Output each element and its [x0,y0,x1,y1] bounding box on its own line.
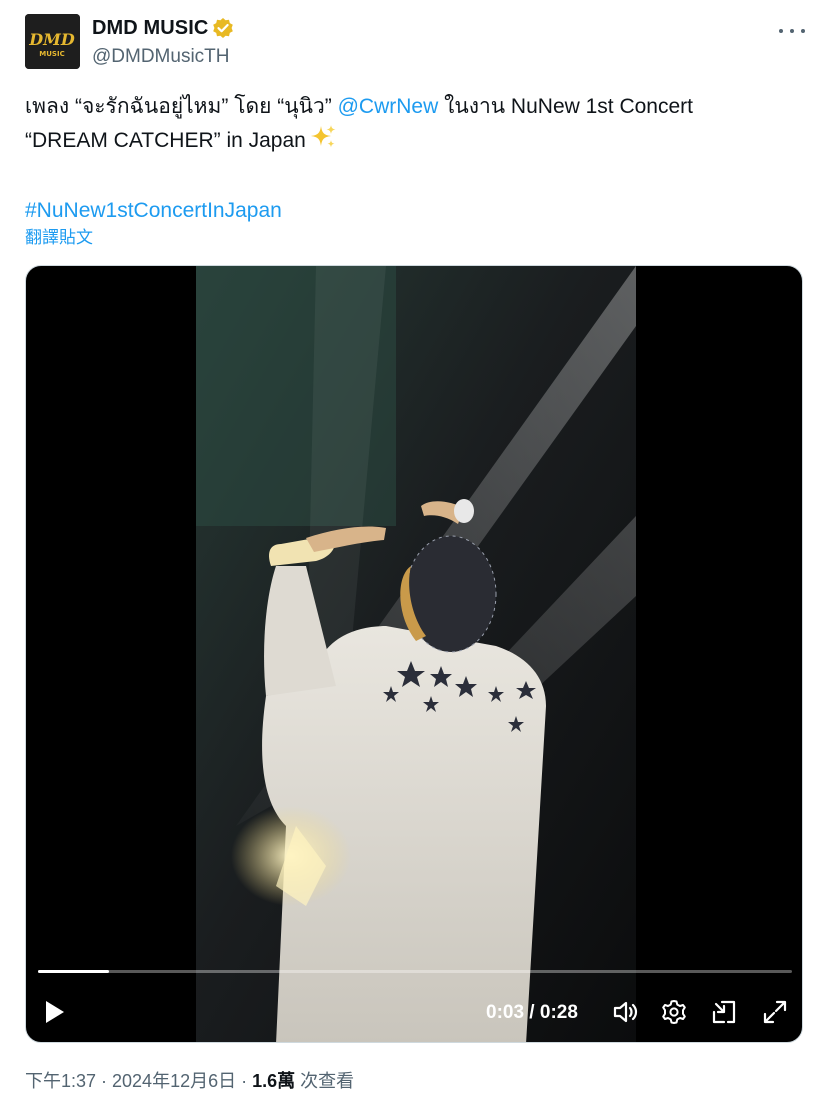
tweet-text-part: เพลง “จะรักฉันอยู่ไหม” โดย “นุนิว” [25,95,338,118]
fullscreen-icon[interactable] [761,998,789,1026]
sparkles-icon [310,123,338,161]
avatar-logo-text: DMD [28,30,75,49]
translate-post-link[interactable]: 翻譯貼文 [25,223,93,248]
avatar-logo-subtext: MUSIC [39,50,64,58]
display-name[interactable]: DMD MUSIC [92,17,208,40]
tweet-text-part: ในงาน NuNew 1st Concert [438,95,693,118]
tweet-meta: 下午1:37 · 2024年12月6日 · 1.6萬 次查看 [25,1067,354,1093]
account-handle[interactable]: @DMDMusicTH [92,46,234,68]
dmd-music-logo: DMD MUSIC [25,14,80,69]
time-separator: / [524,1002,540,1023]
account-names: DMD MUSIC @DMDMusicTH [92,16,234,68]
tweet-text-part: “DREAM CATCHER” in Japan [25,129,306,152]
tweet-header: DMD MUSIC DMD MUSIC @DMDMusicTH [25,14,805,72]
video-progress-bar[interactable] [38,970,792,973]
tweet-text: เพลง “จะรักฉันอยู่ไหม” โดย “นุนิว” @CwrN… [25,90,805,227]
tweet-line-2: “DREAM CATCHER” in Japan [25,123,805,161]
picture-in-picture-icon[interactable] [710,998,738,1026]
view-count: 1.6萬 [252,1071,296,1091]
video-player[interactable]: 0:03 / 0:28 [25,265,803,1043]
video-progress-fill [38,970,109,973]
tweet-line-3: #NuNew1stConcertInJapan [25,194,805,227]
duration: 0:28 [539,1002,578,1023]
verified-badge-icon[interactable] [212,17,234,39]
avatar[interactable]: DMD MUSIC [25,14,80,69]
view-label: 次查看 [295,1071,355,1091]
settings-gear-icon[interactable] [660,998,688,1026]
hashtag-link[interactable]: #NuNew1stConcertInJapan [25,199,282,222]
play-icon[interactable] [42,998,68,1026]
mention-link[interactable]: @CwrNew [338,95,439,118]
volume-icon[interactable] [611,998,639,1026]
current-time: 0:03 [486,1002,525,1023]
timestamp-link[interactable]: 下午1:37 · 2024年12月6日 · [25,1071,252,1091]
video-controls: 0:03 / 0:28 [26,266,802,1042]
video-timecode: 0:03 / 0:28 [486,1002,578,1024]
more-options-icon[interactable] [779,24,805,38]
tweet-line-1: เพลง “จะรักฉันอยู่ไหม” โดย “นุนิว” @CwrN… [25,90,805,123]
